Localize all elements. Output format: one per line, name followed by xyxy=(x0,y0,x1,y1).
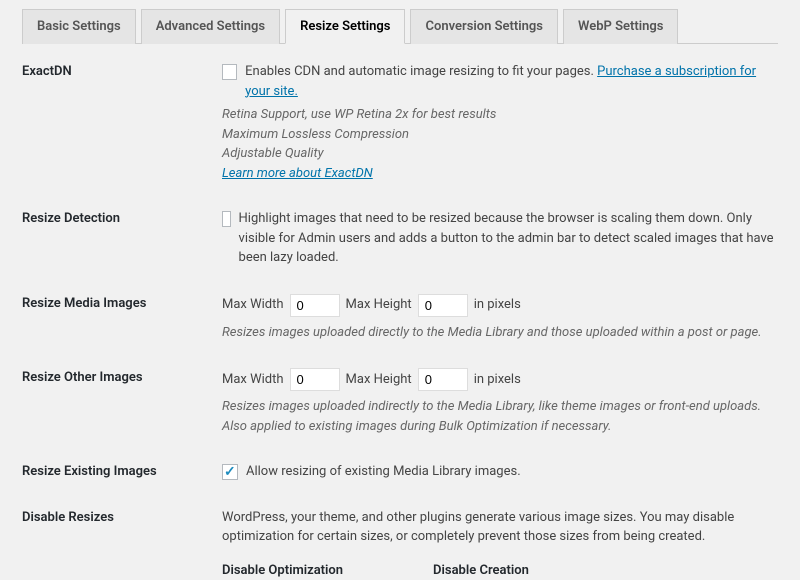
row-resize-media: Resize Media Images Max Width Max Height… xyxy=(22,294,778,343)
tab-resize-settings[interactable]: Resize Settings xyxy=(285,9,405,44)
disable-creation-header: Disable Creation xyxy=(433,561,529,580)
resize-media-desc: Resizes images uploaded directly to the … xyxy=(222,323,778,343)
media-max-height-input[interactable] xyxy=(418,294,468,317)
media-units: in pixels xyxy=(474,295,521,315)
tab-conversion-settings[interactable]: Conversion Settings xyxy=(410,9,558,44)
resize-existing-content: Allow resizing of existing Media Library… xyxy=(222,462,778,482)
other-max-height-input[interactable] xyxy=(418,368,468,391)
exactdn-content: Enables CDN and automatic image resizing… xyxy=(222,62,778,183)
resize-detection-content: Highlight images that need to be resized… xyxy=(222,209,778,268)
other-max-width-input[interactable] xyxy=(290,368,340,391)
exactdn-learn-more-link[interactable]: Learn more about ExactDN xyxy=(222,166,373,181)
resize-other-desc: Resizes images uploaded indirectly to th… xyxy=(222,397,778,436)
tab-basic-settings[interactable]: Basic Settings xyxy=(22,9,136,44)
row-exactdn: ExactDN Enables CDN and automatic image … xyxy=(22,62,778,183)
disable-optimization-header: Disable Optimization xyxy=(222,561,343,580)
other-max-width-label: Max Width xyxy=(222,370,284,390)
disable-resizes-label: Disable Resizes xyxy=(22,508,222,525)
settings-tabs: Basic Settings Advanced Settings Resize … xyxy=(22,8,778,44)
resize-detection-text: Highlight images that need to be resized… xyxy=(239,209,778,268)
media-max-width-input[interactable] xyxy=(290,294,340,317)
resize-other-content: Max Width Max Height in pixels Resizes i… xyxy=(222,368,778,436)
tab-advanced-settings[interactable]: Advanced Settings xyxy=(141,9,280,44)
settings-form: ExactDN Enables CDN and automatic image … xyxy=(22,62,778,580)
resize-existing-checkbox[interactable] xyxy=(222,464,238,480)
resize-media-label: Resize Media Images xyxy=(22,294,222,311)
row-resize-detection: Resize Detection Highlight images that n… xyxy=(22,209,778,268)
resize-media-content: Max Width Max Height in pixels Resizes i… xyxy=(222,294,778,343)
row-resize-other: Resize Other Images Max Width Max Height… xyxy=(22,368,778,436)
media-max-height-label: Max Height xyxy=(346,295,412,315)
exactdn-text: Enables CDN and automatic image resizing… xyxy=(245,62,778,101)
resize-other-label: Resize Other Images xyxy=(22,368,222,385)
other-units: in pixels xyxy=(474,370,521,390)
exactdn-label: ExactDN xyxy=(22,62,222,79)
disable-resizes-desc: WordPress, your theme, and other plugins… xyxy=(222,508,778,547)
exactdn-lossless-desc: Maximum Lossless Compression xyxy=(222,125,778,145)
resize-detection-checkbox[interactable] xyxy=(222,211,231,227)
resize-existing-label: Resize Existing Images xyxy=(22,462,222,479)
disable-resizes-content: WordPress, your theme, and other plugins… xyxy=(222,508,778,580)
other-max-height-label: Max Height xyxy=(346,370,412,390)
media-max-width-label: Max Width xyxy=(222,295,284,315)
exactdn-quality-desc: Adjustable Quality xyxy=(222,144,778,164)
exactdn-checkbox[interactable] xyxy=(222,64,237,80)
resize-detection-label: Resize Detection xyxy=(22,209,222,226)
exactdn-checkbox-text: Enables CDN and automatic image resizing… xyxy=(245,64,597,79)
exactdn-retina-desc: Retina Support, use WP Retina 2x for bes… xyxy=(222,105,778,125)
row-disable-resizes: Disable Resizes WordPress, your theme, a… xyxy=(22,508,778,580)
resize-existing-text: Allow resizing of existing Media Library… xyxy=(246,462,521,482)
tab-webp-settings[interactable]: WebP Settings xyxy=(563,9,678,44)
row-resize-existing: Resize Existing Images Allow resizing of… xyxy=(22,462,778,482)
